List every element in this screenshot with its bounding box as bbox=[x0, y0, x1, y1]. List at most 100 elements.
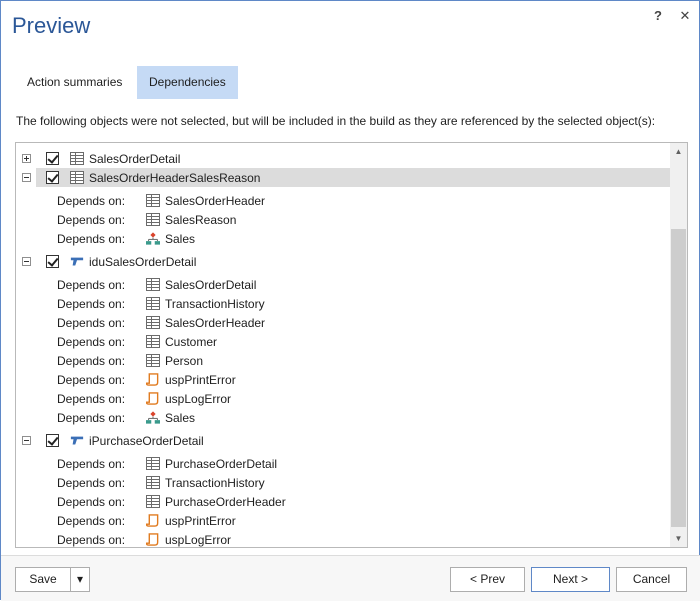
preview-dialog: Preview ? ✕ Action summaries Dependencie… bbox=[0, 0, 700, 601]
next-button[interactable]: Next > bbox=[531, 567, 610, 592]
description-text: The following objects were not selected,… bbox=[16, 114, 656, 128]
dependency-row: Depends on: Sales bbox=[16, 229, 672, 248]
dependency-row: Depends on: SalesOrderHeader bbox=[16, 191, 672, 210]
dependency-row: Depends on: uspPrintError bbox=[16, 370, 672, 389]
dependency-name: uspPrintError bbox=[165, 514, 236, 528]
dependency-row: Depends on: PurchaseOrderHeader bbox=[16, 492, 672, 511]
depends-on-label: Depends on: bbox=[57, 495, 126, 509]
tab-action-summaries[interactable]: Action summaries bbox=[15, 66, 134, 99]
table-icon bbox=[146, 335, 160, 348]
tree-row-salesorderheadersalesreason[interactable]: SalesOrderHeaderSalesReason bbox=[36, 168, 670, 187]
dependency-name: SalesOrderHeader bbox=[165, 194, 266, 208]
dependency-row: Depends on: TransactionHistory bbox=[16, 473, 672, 492]
vertical-scrollbar[interactable]: ▲ ▼ bbox=[670, 143, 687, 547]
depends-on-label: Depends on: bbox=[57, 194, 126, 208]
depends-on-label: Depends on: bbox=[57, 457, 126, 471]
tree-row-label: SalesOrderDetail bbox=[89, 152, 181, 166]
collapse-icon[interactable] bbox=[22, 257, 31, 266]
dependency-name: Customer bbox=[165, 335, 218, 349]
dialog-title: Preview bbox=[12, 13, 91, 38]
tree-row-label: SalesOrderHeaderSalesReason bbox=[89, 171, 261, 185]
tree-row-idusalesorderdetail[interactable]: iduSalesOrderDetail bbox=[16, 252, 672, 271]
depends-on-label: Depends on: bbox=[57, 278, 126, 292]
dependency-row: Depends on: TransactionHistory bbox=[16, 294, 672, 313]
scroll-up-icon[interactable]: ▲ bbox=[670, 143, 687, 160]
tree-row-label: iPurchaseOrderDetail bbox=[89, 434, 204, 448]
include-checkbox[interactable] bbox=[46, 255, 59, 268]
scroll-down-icon[interactable]: ▼ bbox=[670, 530, 687, 547]
procedure-icon bbox=[146, 533, 159, 546]
table-icon bbox=[70, 152, 84, 165]
dependency-row: Depends on: uspPrintError bbox=[16, 511, 672, 530]
table-icon bbox=[146, 278, 160, 291]
dependency-name: uspPrintError bbox=[165, 373, 236, 387]
dependency-name: SalesOrderDetail bbox=[165, 278, 257, 292]
cancel-button[interactable]: Cancel bbox=[616, 567, 687, 592]
depends-on-label: Depends on: bbox=[57, 213, 126, 227]
procedure-icon bbox=[146, 373, 159, 386]
include-checkbox[interactable] bbox=[46, 152, 59, 165]
table-icon bbox=[70, 171, 84, 184]
scrollbar-thumb[interactable] bbox=[671, 229, 686, 527]
depends-on-label: Depends on: bbox=[57, 354, 126, 368]
dependency-name: Person bbox=[165, 354, 204, 368]
dependency-row: Depends on: PurchaseOrderDetail bbox=[16, 454, 672, 473]
dependency-row: Depends on: uspLogError bbox=[16, 389, 672, 408]
depends-on-label: Depends on: bbox=[57, 392, 126, 406]
procedure-icon bbox=[146, 392, 159, 405]
table-icon bbox=[146, 213, 160, 226]
depends-on-label: Depends on: bbox=[57, 411, 126, 425]
prev-button[interactable]: < Prev bbox=[450, 567, 525, 592]
expand-icon[interactable] bbox=[22, 154, 31, 163]
close-button[interactable]: ✕ bbox=[678, 8, 692, 24]
depends-on-label: Depends on: bbox=[57, 533, 126, 547]
procedure-icon bbox=[146, 514, 159, 527]
dependency-name: PurchaseOrderHeader bbox=[165, 495, 286, 509]
tree-row-label: iduSalesOrderDetail bbox=[89, 255, 197, 269]
trigger-icon bbox=[70, 257, 84, 266]
table-icon bbox=[146, 457, 160, 470]
tree-row-salesorderdetail[interactable]: SalesOrderDetail bbox=[16, 149, 672, 168]
table-icon bbox=[146, 476, 160, 489]
depends-on-label: Depends on: bbox=[57, 335, 126, 349]
table-icon bbox=[146, 495, 160, 508]
dependency-tree[interactable]: SalesOrderDetail SalesOrderHeaderSalesRe… bbox=[15, 142, 688, 548]
table-icon bbox=[146, 194, 160, 207]
depends-on-label: Depends on: bbox=[57, 476, 126, 490]
dependency-name: Sales bbox=[165, 411, 196, 425]
dependency-name: uspLogError bbox=[165, 392, 232, 406]
table-icon bbox=[146, 354, 160, 367]
depends-on-label: Depends on: bbox=[57, 297, 126, 311]
save-button[interactable]: Save bbox=[15, 567, 71, 592]
dependency-name: uspLogError bbox=[165, 533, 232, 547]
collapse-icon[interactable] bbox=[22, 173, 31, 182]
trigger-icon bbox=[70, 436, 84, 445]
dependency-name: TransactionHistory bbox=[165, 297, 265, 311]
dependency-row: Depends on: Person bbox=[16, 351, 672, 370]
schema-icon bbox=[146, 232, 160, 245]
dependency-row: Depends on: SalesReason bbox=[16, 210, 672, 229]
schema-icon bbox=[146, 411, 160, 424]
dependency-name: SalesReason bbox=[165, 213, 237, 227]
table-icon bbox=[146, 316, 160, 329]
tree-row-ipurchaseorderdetail[interactable]: iPurchaseOrderDetail bbox=[16, 431, 672, 450]
dependency-name: SalesOrderHeader bbox=[165, 316, 266, 330]
depends-on-label: Depends on: bbox=[57, 232, 126, 246]
depends-on-label: Depends on: bbox=[57, 514, 126, 528]
dependency-row: Depends on: SalesOrderHeader bbox=[16, 313, 672, 332]
dependency-row: Depends on: uspLogError bbox=[16, 530, 672, 547]
table-icon bbox=[146, 297, 160, 310]
dependency-row: Depends on: SalesOrderDetail bbox=[16, 275, 672, 294]
dependency-name: Sales bbox=[165, 232, 196, 246]
dependency-row: Depends on: Customer bbox=[16, 332, 672, 351]
depends-on-label: Depends on: bbox=[57, 316, 126, 330]
dependency-name: TransactionHistory bbox=[165, 476, 265, 490]
tab-dependencies[interactable]: Dependencies bbox=[137, 66, 238, 99]
button-bar: Save ▾ < Prev Next > Cancel bbox=[1, 555, 700, 601]
dependency-row: Depends on: Sales bbox=[16, 408, 672, 427]
save-dropdown-button[interactable]: ▾ bbox=[70, 567, 90, 592]
collapse-icon[interactable] bbox=[22, 436, 31, 445]
help-button[interactable]: ? bbox=[651, 8, 665, 24]
include-checkbox[interactable] bbox=[46, 434, 59, 447]
include-checkbox[interactable] bbox=[46, 171, 59, 184]
